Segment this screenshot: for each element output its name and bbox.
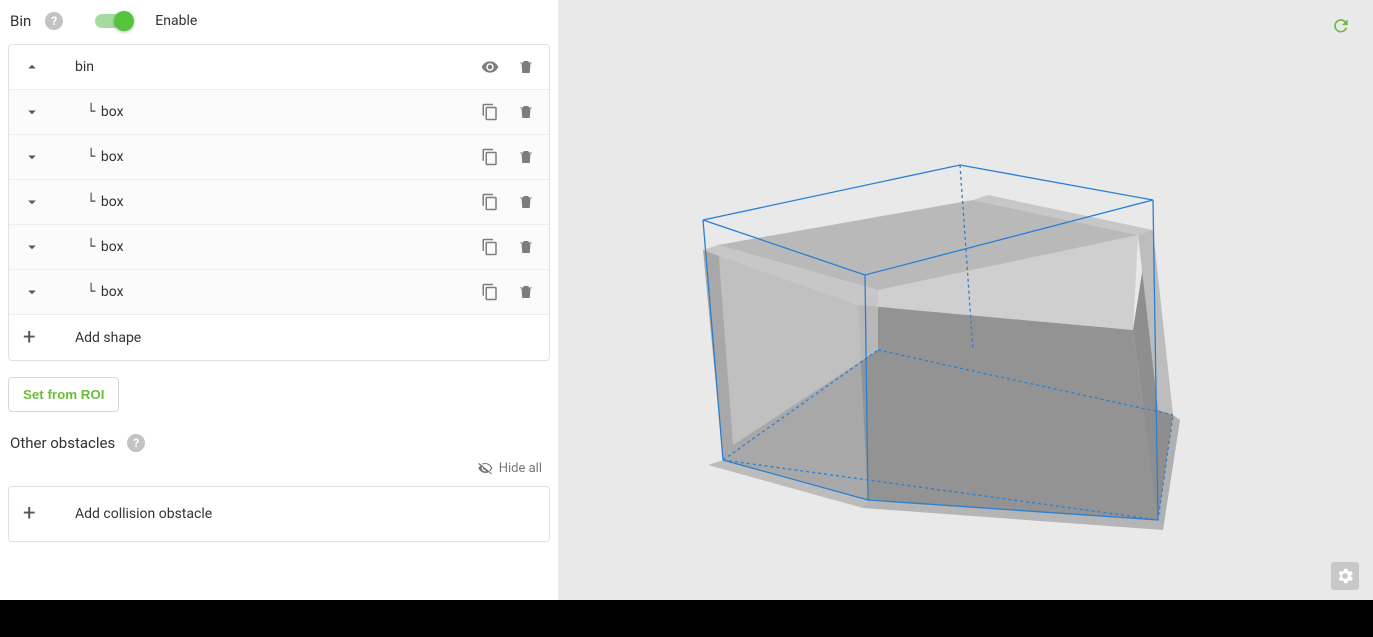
add-shape-label: Add shape bbox=[75, 330, 535, 346]
copy-icon[interactable] bbox=[481, 103, 499, 121]
copy-icon[interactable] bbox=[481, 193, 499, 211]
hide-all-label: Hide all bbox=[499, 461, 542, 476]
tree-root-label: bin bbox=[75, 59, 481, 75]
chevron-down-icon[interactable] bbox=[23, 148, 47, 166]
tree-row-root[interactable]: bin bbox=[9, 45, 549, 90]
tree-row[interactable]: └ box bbox=[9, 90, 549, 135]
tree-child-label: box bbox=[101, 149, 124, 165]
tree-child-prefix-icon: └ bbox=[87, 284, 95, 300]
hide-all-button[interactable]: Hide all bbox=[8, 460, 550, 486]
root-actions bbox=[481, 58, 535, 76]
add-obstacle-label: Add collision obstacle bbox=[75, 506, 212, 522]
set-from-roi-button[interactable]: Set from ROI bbox=[8, 377, 119, 412]
chevron-down-icon[interactable] bbox=[23, 193, 47, 211]
chevron-down-icon[interactable] bbox=[23, 238, 47, 256]
enable-toggle[interactable] bbox=[95, 14, 131, 28]
tree-row[interactable]: └ box bbox=[9, 180, 549, 225]
help-icon[interactable]: ? bbox=[127, 434, 145, 452]
app-root: Bin ? Enable bin bbox=[0, 0, 1373, 600]
visibility-icon[interactable] bbox=[481, 58, 499, 76]
viewport-3d[interactable] bbox=[558, 0, 1373, 600]
bin-section-header: Bin ? Enable bbox=[8, 10, 550, 44]
tree-row[interactable]: └ box bbox=[9, 270, 549, 315]
copy-icon[interactable] bbox=[481, 148, 499, 166]
add-shape-row[interactable]: + Add shape bbox=[9, 315, 549, 360]
tree-child-label: box bbox=[101, 239, 124, 255]
obstacles-title: Other obstacles bbox=[10, 434, 115, 452]
copy-icon[interactable] bbox=[481, 238, 499, 256]
obstacles-section-header: Other obstacles ? bbox=[8, 412, 550, 460]
tree-child-label: box bbox=[101, 194, 124, 210]
left-panel: Bin ? Enable bin bbox=[0, 0, 558, 600]
visibility-off-icon bbox=[477, 460, 493, 476]
trash-icon[interactable] bbox=[517, 193, 535, 211]
bin-tree-card: bin └ box bbox=[8, 44, 550, 361]
tree-child-prefix-icon: └ bbox=[87, 149, 95, 165]
chevron-up-icon[interactable] bbox=[23, 58, 47, 76]
add-obstacle-card[interactable]: + Add collision obstacle bbox=[8, 486, 550, 542]
chevron-down-icon[interactable] bbox=[23, 103, 47, 121]
tree-child-prefix-icon: └ bbox=[87, 239, 95, 255]
tree-child-prefix-icon: └ bbox=[87, 104, 95, 120]
chevron-down-icon[interactable] bbox=[23, 283, 47, 301]
trash-icon[interactable] bbox=[517, 58, 535, 76]
tree-child-label: box bbox=[101, 284, 124, 300]
trash-icon[interactable] bbox=[517, 238, 535, 256]
plus-icon: + bbox=[23, 503, 47, 525]
tree-child-label: box bbox=[101, 104, 124, 120]
gear-icon[interactable] bbox=[1331, 562, 1359, 590]
trash-icon[interactable] bbox=[517, 103, 535, 121]
tree-child-prefix-icon: └ bbox=[87, 194, 95, 210]
bin-3d-render bbox=[558, 0, 1373, 600]
bin-title: Bin bbox=[10, 12, 31, 30]
plus-icon: + bbox=[23, 327, 47, 349]
refresh-icon[interactable] bbox=[1331, 16, 1351, 36]
help-icon[interactable]: ? bbox=[45, 12, 63, 30]
tree-row[interactable]: └ box bbox=[9, 135, 549, 180]
trash-icon[interactable] bbox=[517, 148, 535, 166]
copy-icon[interactable] bbox=[481, 283, 499, 301]
enable-toggle-label: Enable bbox=[155, 13, 197, 29]
tree-row[interactable]: └ box bbox=[9, 225, 549, 270]
trash-icon[interactable] bbox=[517, 283, 535, 301]
footer-bar bbox=[0, 600, 1373, 637]
